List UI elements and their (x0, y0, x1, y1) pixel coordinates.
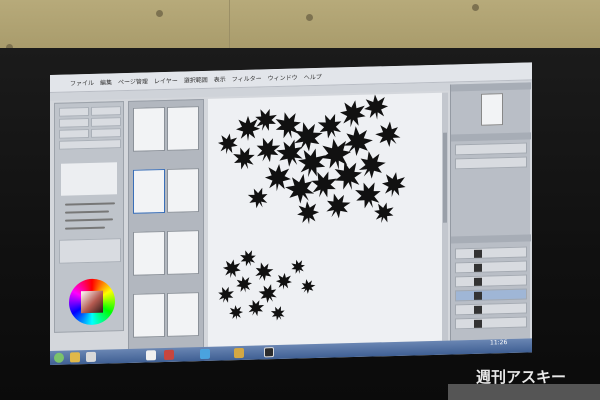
property-row[interactable] (455, 142, 527, 156)
menu-file[interactable]: ファイル (70, 78, 94, 88)
page-thumbnail[interactable] (133, 230, 165, 276)
page-thumbnail[interactable] (167, 106, 199, 151)
lower-leaf-cluster (215, 247, 318, 324)
scrollbar-thumb[interactable] (443, 132, 447, 223)
tool-button[interactable] (59, 117, 89, 128)
tool-button[interactable] (91, 117, 121, 127)
menu-selection[interactable]: 選択範囲 (184, 75, 208, 85)
menu-layer[interactable]: レイヤー (154, 76, 178, 86)
app-icon[interactable] (200, 348, 210, 360)
brush-preview (61, 162, 117, 196)
brush-size-stroke[interactable] (65, 202, 115, 206)
page-thumbnail-selected[interactable] (133, 168, 165, 214)
brush-size-stroke[interactable] (65, 218, 113, 222)
brush-tip-panel[interactable] (59, 238, 121, 264)
menu-edit[interactable]: 編集 (100, 77, 112, 86)
layer-row[interactable] (455, 246, 527, 260)
tool-button[interactable] (59, 128, 89, 139)
property-row[interactable] (455, 156, 527, 170)
monitor-screen: ファイル 編集 ページ管理 レイヤー 選択範囲 表示 フィルター ウィンドウ ヘ… (50, 62, 532, 365)
menu-window[interactable]: ウィンドウ (268, 73, 298, 83)
layer-thumbnail (474, 291, 482, 300)
menu-help[interactable]: ヘルプ (304, 72, 322, 81)
drawing-canvas[interactable] (208, 92, 442, 347)
app-icon[interactable] (234, 347, 244, 359)
brush-size-stroke[interactable] (65, 210, 109, 214)
page-thumbnail[interactable] (167, 292, 199, 337)
tool-button[interactable] (91, 128, 121, 138)
navigator-preview[interactable] (481, 93, 503, 126)
clip-studio-icon[interactable] (264, 347, 274, 358)
explorer-icon[interactable] (70, 352, 80, 363)
layer-panel-header[interactable] (451, 234, 531, 244)
app-icon[interactable] (86, 351, 96, 363)
layer-row[interactable] (455, 302, 527, 316)
start-button-icon[interactable] (54, 352, 64, 363)
layer-row[interactable] (455, 260, 527, 274)
sub-tool-row[interactable] (59, 139, 121, 150)
menu-filter[interactable]: フィルター (232, 73, 262, 83)
layer-thumbnail (474, 263, 482, 272)
tool-button[interactable] (59, 106, 89, 117)
tool-property-panel (54, 101, 124, 333)
page-thumbnail[interactable] (167, 168, 199, 213)
menu-view[interactable]: 表示 (214, 74, 226, 83)
publisher-watermark: 週刊アスキー (476, 368, 567, 386)
app-icon[interactable] (164, 349, 174, 361)
navigator-header[interactable] (451, 82, 531, 92)
taskbar-clock[interactable]: 11:26 (490, 339, 507, 346)
layer-property-header[interactable] (451, 132, 531, 142)
layer-thumbnail (474, 319, 482, 328)
layer-row[interactable] (455, 274, 527, 288)
page-thumbnail[interactable] (133, 292, 165, 338)
wall-anchor-hole (306, 14, 313, 21)
page-thumbnail[interactable] (167, 230, 199, 275)
color-picker-square[interactable] (81, 290, 103, 314)
layer-thumbnail (474, 277, 482, 286)
canvas-vertical-scrollbar[interactable] (442, 92, 448, 341)
layer-thumbnail (474, 249, 482, 258)
tool-button[interactable] (91, 106, 121, 116)
maple-leaves-illustration (215, 93, 408, 324)
wall-anchor-hole (156, 10, 163, 17)
brush-size-stroke[interactable] (65, 226, 105, 230)
page-thumbnail[interactable] (133, 106, 165, 152)
menu-page[interactable]: ページ管理 (118, 76, 148, 86)
wall-anchor-hole (472, 4, 479, 11)
right-dock-panel (450, 82, 531, 341)
upper-leaf-cluster (216, 93, 408, 226)
layer-row-selected[interactable] (455, 288, 527, 302)
page-thumbnails-panel (128, 98, 204, 363)
layer-thumbnail (474, 305, 482, 314)
app-icon[interactable] (146, 350, 156, 361)
layer-row[interactable] (455, 316, 527, 330)
